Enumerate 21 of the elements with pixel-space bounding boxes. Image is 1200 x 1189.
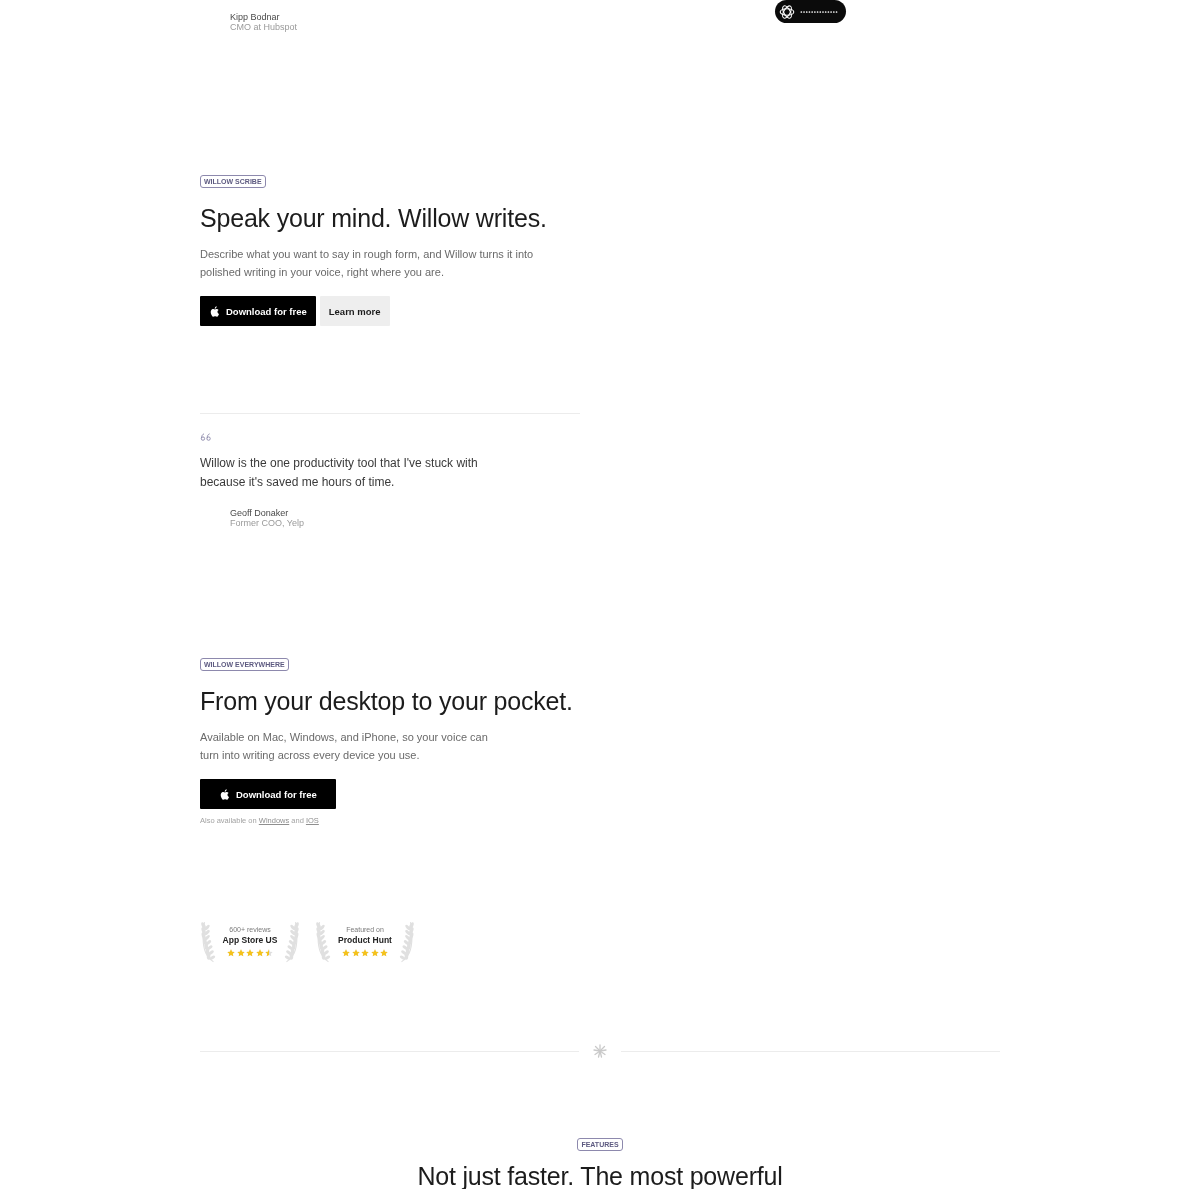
section-heading: Speak your mind. Willow writes. — [200, 203, 547, 233]
knot-icon — [779, 3, 795, 20]
author-role: Former COO, Yelp — [230, 518, 305, 528]
download-button[interactable]: Download for free — [200, 296, 316, 326]
apple-icon — [210, 305, 219, 317]
sunburst-icon — [593, 1044, 607, 1058]
learn-more-button[interactable]: Learn more — [319, 296, 390, 326]
quote-text: Willow is the one productivity tool that I've stuck with because it's saved me hours of time. — [200, 455, 479, 491]
author-name: Kipp Bodnar — [230, 12, 280, 22]
quote-icon — [200, 433, 212, 441]
award-title: Product Hunt — [338, 934, 392, 946]
author-role: CMO at Hubspot — [230, 22, 298, 32]
section-description: Describe what you want to say in rough form, and Willow turns it into polished writing in your voice, right where you are. — [200, 247, 535, 280]
award-title: App Store US — [222, 934, 278, 946]
download-button[interactable]: Download for free — [200, 779, 336, 809]
author-name: Geoff Donaker — [230, 508, 289, 518]
assistant-pill[interactable] — [775, 0, 846, 23]
apple-icon — [220, 788, 229, 800]
dots-icon — [800, 9, 838, 14]
section-description: Available on Mac, Windows, and iPhone, so your voice can turn into writing across every device you use. — [200, 730, 489, 763]
section-heading: From your desktop to your pocket. — [200, 686, 573, 716]
